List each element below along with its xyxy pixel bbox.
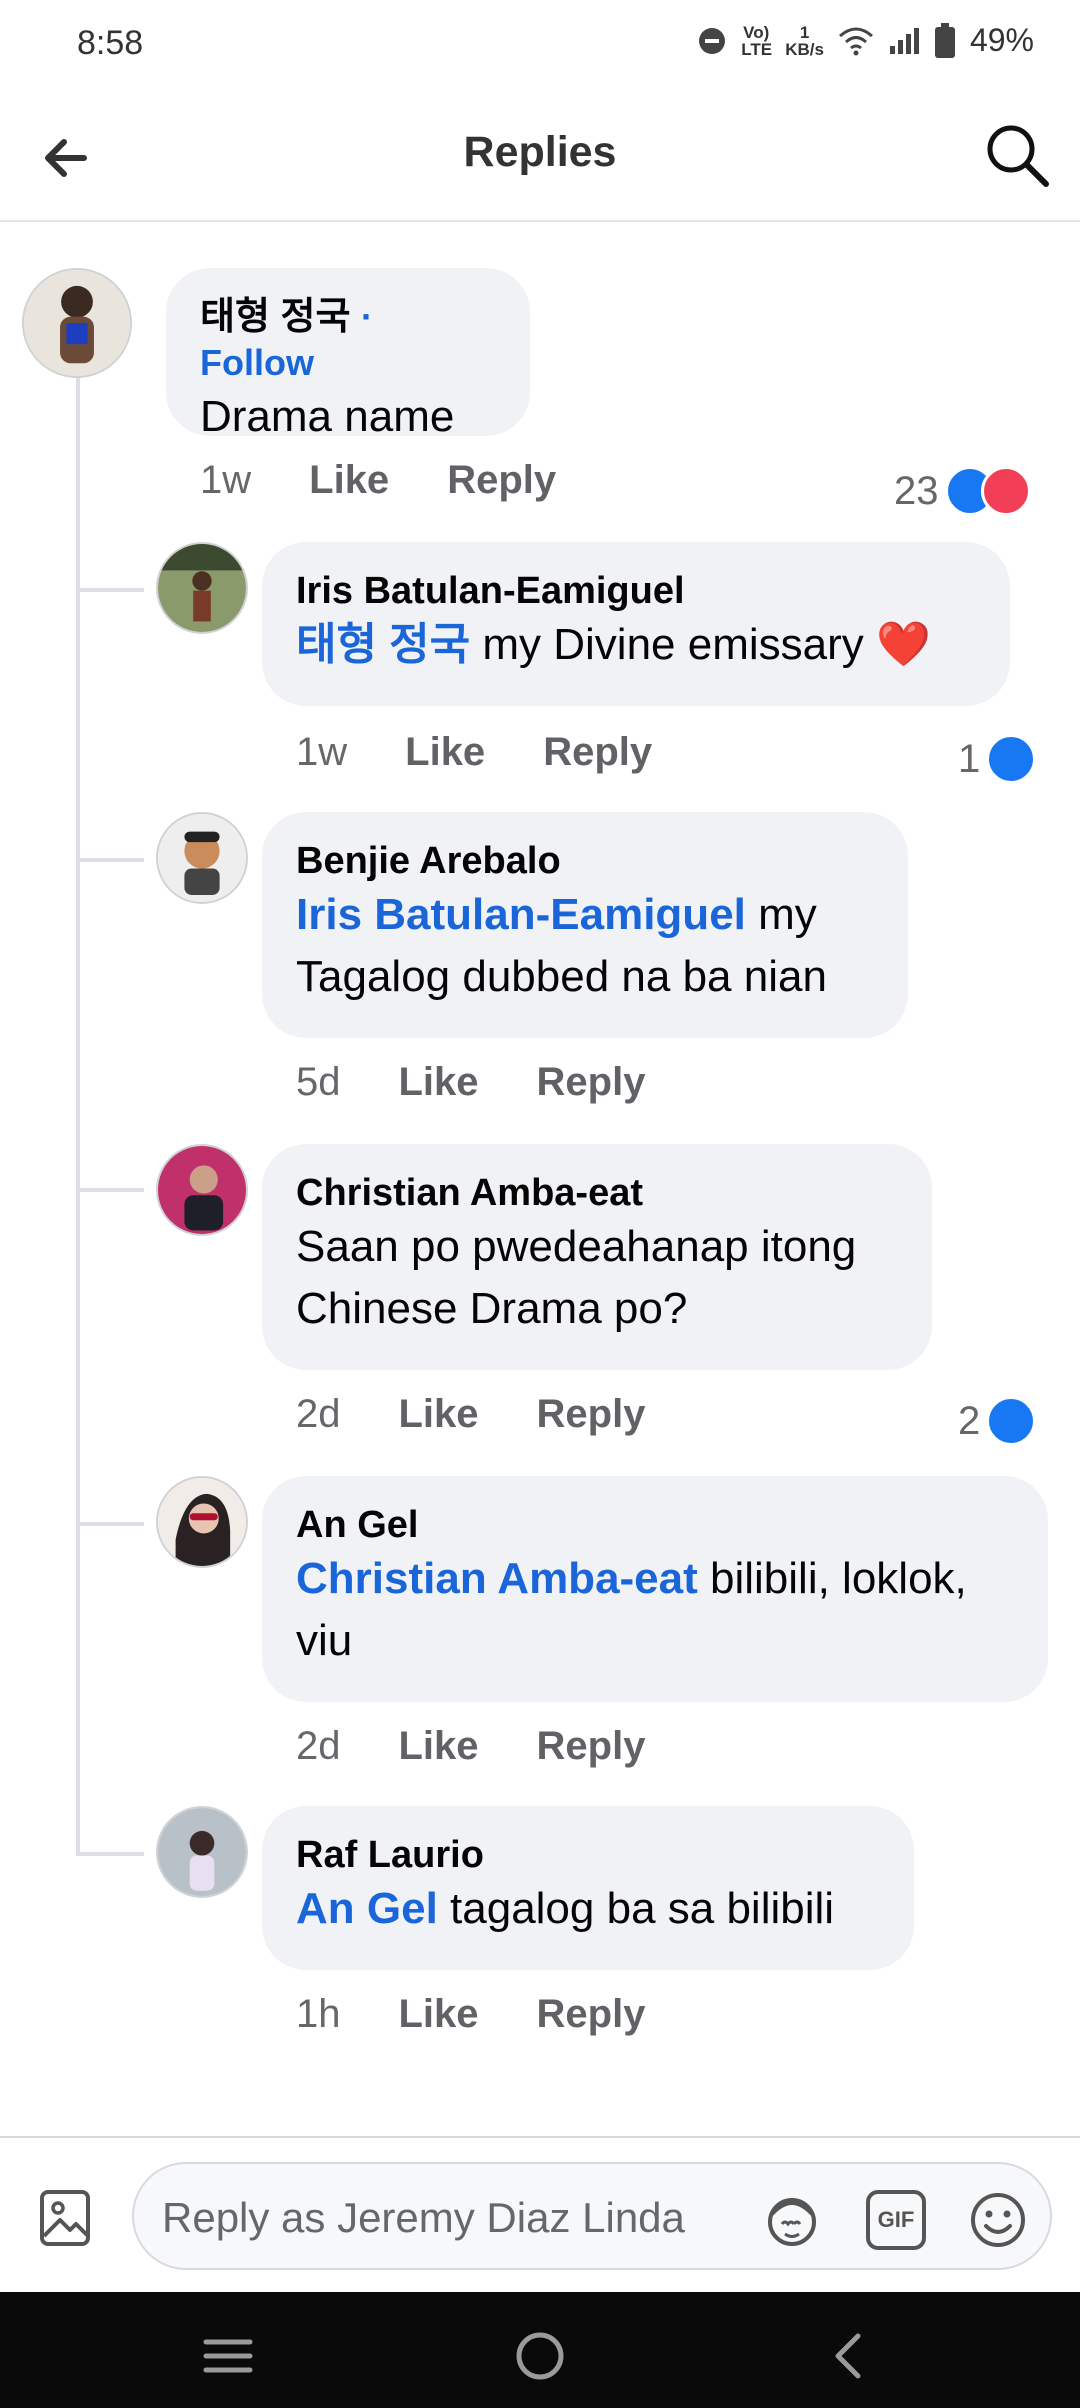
volte-indicator: Vo) LTE	[741, 22, 773, 59]
like-button[interactable]: Like	[399, 1992, 479, 2037]
like-reaction-icon	[986, 1396, 1037, 1446]
avatar[interactable]	[22, 268, 132, 378]
comment-text-line: An Gel tagalog ba sa bilibili	[296, 1878, 880, 1940]
comment-author[interactable]: Benjie Arebalo	[296, 838, 874, 884]
thread-line-vertical	[76, 372, 80, 1856]
comment-text-line: Christian Amba-eat bilibili, loklok, viu	[296, 1548, 1014, 1672]
thread-connector	[76, 1188, 144, 1192]
reply-button[interactable]: Reply	[537, 1992, 646, 2037]
comment-time: 2d	[296, 1724, 341, 1768]
gif-label: GIF	[877, 2207, 915, 2232]
reply-input[interactable]: Reply as Jeremy Diaz Linda GIF	[132, 2162, 1052, 2270]
status-icons: Vo) LTE 1 KB/s 49%	[697, 22, 1034, 59]
reaction-summary[interactable]: 2	[958, 1396, 1037, 1446]
thread-connector	[76, 858, 144, 862]
comment-author[interactable]: Christian Amba-eat	[296, 1170, 898, 1216]
avatar[interactable]	[156, 1144, 248, 1236]
comment-author-line: 태형 정국 · Follow	[200, 294, 496, 386]
wifi-icon	[838, 27, 873, 55]
status-time: 8:58	[77, 24, 144, 62]
battery-percent: 49%	[969, 22, 1034, 58]
network-speed-unit: KB/s	[785, 39, 824, 59]
reply-button[interactable]: Reply	[537, 1060, 646, 1105]
thread-connector	[76, 1852, 144, 1856]
comment-bubble[interactable]: Christian Amba-eat Saan po pwedeahanap i…	[262, 1144, 932, 1370]
avatar[interactable]	[156, 1476, 248, 1568]
network-speed: 1 KB/s	[785, 24, 824, 58]
comment-time: 1w	[296, 730, 348, 774]
like-button[interactable]: Like	[405, 730, 485, 775]
comment-time: 1w	[200, 458, 252, 502]
comment-text: my Divine emissary	[470, 620, 876, 669]
mention-link[interactable]: Iris Batulan-Eamiguel	[296, 890, 746, 939]
comment-time: 5d	[296, 1060, 341, 1104]
like-reaction-icon	[986, 734, 1037, 784]
comment-text-line: 태형 정국 my Divine emissary ❤️	[296, 614, 976, 676]
comment-bubble[interactable]: Iris Batulan-Eamiguel 태형 정국 my Divine em…	[262, 542, 1010, 706]
mention-link[interactable]: Christian Amba-eat	[296, 1554, 698, 1603]
thread-connector	[76, 588, 144, 592]
comment-bubble[interactable]: 태형 정국 · Follow Drama name	[166, 268, 530, 441]
reply-input-placeholder: Reply as Jeremy Diaz Linda	[162, 2194, 685, 2241]
reply-button[interactable]: Reply	[537, 1392, 646, 1437]
like-button[interactable]: Like	[399, 1060, 479, 1105]
recent-apps-icon[interactable]	[198, 2326, 258, 2386]
back-nav-icon[interactable]	[820, 2326, 880, 2386]
comment-text-line: Iris Batulan-Eamiguel my Tagalog dubbed …	[296, 884, 874, 1008]
comment-author[interactable]: Iris Batulan-Eamiguel	[296, 568, 976, 614]
comment-text-line: Saan po pwedeahanap itong Chinese Drama …	[296, 1216, 898, 1340]
signal-icon	[889, 27, 919, 54]
comment-time: 1h	[296, 1992, 341, 2036]
reaction-count: 2	[958, 1398, 981, 1443]
comment-bubble[interactable]: An Gel Christian Amba-eat bilibili, lokl…	[262, 1476, 1048, 1702]
comment-actions: 2d Like Reply	[296, 1392, 645, 1437]
do-not-disturb-icon	[699, 27, 726, 54]
gif-icon[interactable]: GIF	[866, 2190, 926, 2250]
comment-time: 2d	[296, 1392, 341, 1436]
reaction-count: 23	[894, 468, 939, 513]
comment-author[interactable]: 태형 정국	[200, 296, 350, 338]
battery-icon	[934, 22, 955, 58]
status-bar: 8:58 Vo) LTE 1 KB/s 49%	[0, 0, 1080, 90]
comment-bubble[interactable]: Raf Laurio An Gel tagalog ba sa bilibili	[262, 1806, 914, 1970]
mention-link[interactable]: 태형 정국	[296, 620, 470, 669]
comment-bubble[interactable]: Benjie Arebalo Iris Batulan-Eamiguel my …	[262, 812, 908, 1038]
comment-author[interactable]: An Gel	[296, 1502, 1014, 1548]
comment-actions: 2d Like Reply	[296, 1724, 645, 1769]
emoji-icon[interactable]	[968, 2190, 1028, 2250]
network-speed-value: 1	[799, 22, 810, 42]
like-button[interactable]: Like	[399, 1392, 479, 1437]
system-nav-bar	[0, 2292, 1080, 2408]
search-icon[interactable]	[982, 120, 1052, 190]
comment-actions: 1h Like Reply	[296, 1992, 645, 2037]
like-button[interactable]: Like	[309, 458, 389, 503]
comment-actions: 5d Like Reply	[296, 1060, 645, 1105]
page-title: Replies	[463, 128, 617, 176]
like-button[interactable]: Like	[399, 1724, 479, 1769]
photo-icon[interactable]	[36, 2188, 96, 2248]
avatar[interactable]	[156, 542, 248, 634]
comment-text: Saan po pwedeahanap itong Chinese Drama …	[296, 1222, 857, 1333]
home-icon[interactable]	[510, 2326, 570, 2386]
reply-composer: Reply as Jeremy Diaz Linda GIF	[0, 2136, 1080, 2294]
app-header: Replies	[0, 90, 1080, 222]
heart-emoji: ❤️	[876, 620, 931, 669]
comment-actions: 1w Like Reply	[200, 458, 556, 503]
avatar[interactable]	[156, 812, 248, 904]
avatar[interactable]	[156, 1806, 248, 1898]
thread-connector	[76, 1522, 144, 1526]
reply-button[interactable]: Reply	[537, 1724, 646, 1769]
comment-author[interactable]: Raf Laurio	[296, 1832, 880, 1878]
reply-button[interactable]: Reply	[543, 730, 652, 775]
comment-actions: 1w Like Reply	[296, 730, 652, 775]
reply-button[interactable]: Reply	[447, 458, 556, 503]
mention-link[interactable]: An Gel	[296, 1884, 438, 1933]
comment-text: tagalog ba sa bilibili	[437, 1884, 835, 1933]
reaction-count: 1	[958, 736, 981, 781]
love-reaction-icon	[980, 466, 1031, 516]
avatar-sticker-icon[interactable]	[762, 2190, 822, 2250]
comment-text: Drama name	[200, 392, 455, 441]
reaction-summary[interactable]: 1	[958, 734, 1037, 784]
reaction-summary[interactable]: 23	[894, 466, 1031, 516]
